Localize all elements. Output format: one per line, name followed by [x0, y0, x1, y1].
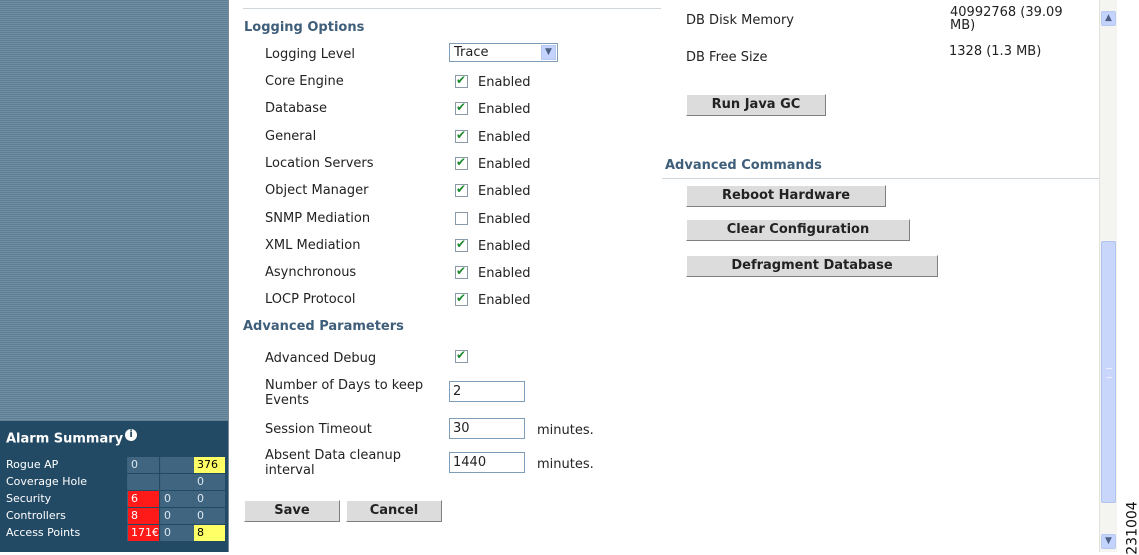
session-timeout-unit: minutes.: [537, 423, 594, 438]
alarm-count-cell[interactable]: 171€: [127, 525, 159, 541]
cleanup-interval-input[interactable]: 1440: [449, 452, 525, 473]
logging-item-checkbox[interactable]: [455, 182, 468, 197]
alarm-row-label: Coverage Hole: [6, 475, 88, 488]
enabled-label: Enabled: [478, 212, 531, 227]
logging-item-checkbox[interactable]: [455, 100, 468, 115]
session-timeout-label: Session Timeout: [265, 422, 372, 437]
enabled-label: Enabled: [478, 184, 531, 199]
db-free-size-value: 1328 (1.3 MB): [949, 44, 1042, 59]
alarm-row[interactable]: Coverage Hole 0: [0, 473, 228, 490]
scrollbar-thumb[interactable]: [1101, 241, 1116, 503]
alarm-count-cell[interactable]: 0: [127, 457, 159, 473]
logging-item-checkbox[interactable]: [455, 212, 468, 225]
advanced-commands-title: Advanced Commands: [665, 158, 822, 173]
alarm-count-cell[interactable]: 0: [193, 474, 225, 490]
logging-item-label: LOCP Protocol: [265, 292, 356, 307]
logging-item-label: Location Servers: [265, 156, 374, 171]
advanced-parameters-title: Advanced Parameters: [243, 319, 404, 334]
logging-item-checkbox[interactable]: [455, 237, 468, 252]
run-java-gc-button[interactable]: Run Java GC: [686, 94, 826, 116]
days-keep-events-label: Number of Days to keep Events: [265, 378, 424, 408]
logging-item-label: General: [265, 129, 317, 144]
alarm-row-label: Security: [6, 492, 52, 505]
alarm-count-cell[interactable]: 0: [193, 508, 225, 524]
logging-item-checkbox[interactable]: [455, 128, 468, 143]
enabled-label: Enabled: [478, 266, 531, 281]
logging-item-label: SNMP Mediation: [265, 211, 371, 226]
alarm-count-cell[interactable]: 8: [127, 508, 159, 524]
grip-icon: [1106, 368, 1112, 378]
vertical-scrollbar[interactable]: ▲ ▼: [1099, 0, 1117, 552]
session-timeout-input[interactable]: 30: [449, 418, 525, 439]
alarm-row[interactable]: Controllers 8 0 0: [0, 507, 228, 524]
chevron-up-icon[interactable]: ▲: [1101, 11, 1116, 26]
enabled-label: Enabled: [478, 102, 531, 117]
info-icon[interactable]: i: [125, 429, 138, 441]
alarm-summary-title: Alarm Summary i: [6, 429, 138, 446]
cancel-button[interactable]: Cancel: [346, 500, 442, 522]
logging-divider: [243, 8, 661, 9]
logging-item-label: Database: [265, 101, 328, 116]
alarm-count-cell[interactable]: 0: [160, 525, 193, 541]
alarm-row[interactable]: Rogue AP 0 376: [0, 456, 228, 473]
alarm-row[interactable]: Security 6 0 0: [0, 490, 228, 507]
cleanup-interval-unit: minutes.: [537, 457, 594, 472]
enabled-label: Enabled: [478, 157, 531, 172]
logging-item-checkbox[interactable]: [455, 291, 468, 306]
logging-level-select[interactable]: Trace ▼: [449, 43, 558, 62]
reboot-hardware-button[interactable]: Reboot Hardware: [686, 185, 886, 207]
logging-level-label: Logging Level: [265, 47, 356, 62]
logging-item-checkbox[interactable]: [455, 155, 468, 170]
alarm-count-cell[interactable]: 0: [193, 491, 225, 507]
enabled-label: Enabled: [478, 239, 531, 254]
logging-item-label: Core Engine: [265, 74, 344, 89]
advanced-debug-checkbox[interactable]: [455, 348, 468, 363]
alarm-row-label: Rogue AP: [6, 458, 59, 471]
logging-item-label: XML Mediation: [265, 238, 361, 253]
logging-item-label: Asynchronous: [265, 265, 357, 280]
alarm-count-cell[interactable]: [160, 474, 193, 490]
db-disk-memory-value: 40992768 (39.09 MB): [950, 5, 1063, 33]
enabled-label: Enabled: [478, 293, 531, 308]
alarm-row-label: Controllers: [6, 509, 66, 522]
logging-item-label: Object Manager: [265, 183, 369, 198]
alarm-count-cell[interactable]: 0: [160, 491, 193, 507]
days-keep-events-input[interactable]: 2: [449, 381, 525, 402]
clear-configuration-button[interactable]: Clear Configuration: [686, 219, 910, 241]
advanced-debug-label: Advanced Debug: [265, 351, 377, 366]
logging-item-checkbox[interactable]: [455, 73, 468, 88]
alarm-count-cell[interactable]: 8: [193, 525, 225, 541]
logging-options-title: Logging Options: [244, 20, 365, 35]
alarm-count-cell[interactable]: [127, 474, 159, 490]
save-button[interactable]: Save: [244, 500, 340, 522]
alarm-count-cell[interactable]: [160, 457, 193, 473]
advanced-commands-divider: [662, 178, 1099, 179]
cleanup-interval-label: Absent Data cleanup interval: [265, 448, 402, 478]
chevron-down-icon[interactable]: ▼: [541, 45, 556, 60]
db-free-size-label: DB Free Size: [686, 50, 768, 65]
alarm-row-label: Access Points: [6, 526, 81, 539]
chevron-down-icon[interactable]: ▼: [1101, 534, 1116, 549]
db-disk-memory-label: DB Disk Memory: [686, 13, 794, 28]
figure-number: 231004: [1124, 501, 1139, 555]
enabled-label: Enabled: [478, 130, 531, 145]
alarm-count-cell[interactable]: 0: [160, 508, 193, 524]
alarm-count-cell[interactable]: 376: [193, 457, 225, 473]
defragment-database-button[interactable]: Defragment Database: [686, 255, 938, 277]
alarm-count-cell[interactable]: 6: [127, 491, 159, 507]
enabled-label: Enabled: [478, 75, 531, 90]
alarm-row[interactable]: Access Points 171€ 0 8: [0, 524, 228, 541]
logging-item-checkbox[interactable]: [455, 264, 468, 279]
